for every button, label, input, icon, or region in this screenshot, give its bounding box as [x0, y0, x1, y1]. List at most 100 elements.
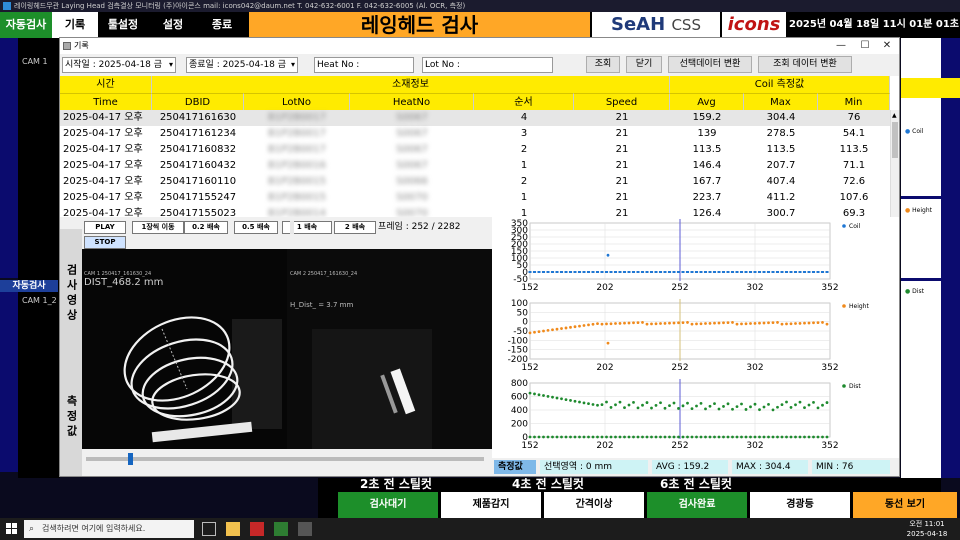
status-gap-button[interactable]: 간격이상 [544, 492, 644, 518]
record-dialog: 기록 — ☐ ✕ 시작일 : 2025-04-18 금 ▾ 종료일 : 2025-… [59, 37, 900, 477]
data-point [537, 393, 541, 397]
data-point [672, 435, 676, 439]
data-point [735, 405, 739, 409]
table-scrollbar[interactable]: ▲ [890, 110, 899, 217]
col-header-avg[interactable]: Avg [670, 93, 744, 110]
table-row[interactable]: 2025-04-17 오후 250417160110 B1P2B0015 S0066 2… [60, 174, 890, 190]
data-point [744, 408, 748, 411]
taskbar-clock[interactable]: 오전 11:01 2025-04-18 [902, 519, 952, 539]
col-header-speed[interactable]: Speed [574, 93, 670, 110]
menu-tool-settings[interactable]: 툴설정 [98, 12, 148, 38]
start-date-picker[interactable]: 시작일 : 2025-04-18 금 ▾ [62, 57, 176, 73]
convert-query-button[interactable]: 조회 데이터 변환 [758, 56, 852, 73]
data-point [717, 407, 721, 411]
menu-settings[interactable]: 설정 [148, 12, 198, 38]
data-point [654, 435, 658, 439]
minimize-icon[interactable]: — [830, 38, 852, 54]
data-point [677, 321, 680, 325]
group-header-material: 소재정보 [152, 76, 670, 93]
data-point [632, 400, 635, 404]
col-header-heatno[interactable]: HeatNo [350, 93, 474, 110]
app-icon-1[interactable] [250, 522, 264, 536]
right-legend-dist: ● Dist [905, 288, 924, 295]
task-view-icon[interactable] [202, 522, 216, 536]
speed-2-button[interactable]: 2 배속 [334, 221, 376, 234]
data-point [789, 435, 793, 439]
col-header-min[interactable]: Min [818, 93, 890, 110]
lot-no-input[interactable]: Lot No : [422, 57, 553, 73]
taskbar-search-input[interactable]: ⌕ 검색하려면 여기에 입력하세요. [24, 520, 194, 538]
app-icon-3[interactable] [298, 522, 312, 536]
data-point [699, 271, 703, 273]
table-row[interactable]: 2025-04-17 오후 250417160832 B1P2B0017 S0067 2… [60, 142, 890, 158]
data-point [618, 435, 622, 439]
data-point [749, 405, 752, 409]
end-date-picker[interactable]: 종료일 : 2025-04-18 금 ▾ [186, 57, 298, 73]
cell-seq: 1 [520, 160, 528, 171]
data-point [569, 399, 572, 402]
search-button[interactable]: 조회 [586, 56, 620, 73]
data-point [722, 271, 725, 273]
table-row[interactable]: 2025-04-17 오후 250417161234 B1P2B0017 S0067 3… [60, 126, 890, 142]
data-point [686, 435, 689, 439]
status-detect-button[interactable]: 제품감지 [441, 492, 541, 518]
status-waiting-button[interactable]: 검사대기 [338, 492, 438, 518]
col-header-max[interactable]: Max [744, 93, 818, 110]
app-icon [3, 2, 11, 10]
path-view-button[interactable]: 동선 보기 [853, 492, 957, 518]
cell-seq: 2 [520, 176, 528, 187]
stop-button[interactable]: STOP [84, 236, 126, 249]
data-point [726, 321, 730, 324]
col-header-lotno[interactable]: LotNo [244, 93, 350, 110]
col-header-dbid[interactable]: DBID [152, 93, 244, 110]
step-button[interactable]: 1장씩 이동 [132, 221, 184, 234]
table-row[interactable]: 2025-04-17 오후 250417161630 B1P2B0017 S0067 4… [60, 110, 890, 126]
heat-no-input[interactable]: Heat No : [314, 57, 414, 73]
convert-selected-button[interactable]: 선택데이터 변환 [668, 56, 752, 73]
table-row[interactable]: 2025-04-17 오후 250417155023 B1P2B0014 S0070 1… [60, 206, 890, 217]
scroll-up-icon[interactable]: ▲ [892, 112, 897, 119]
table-row[interactable]: 2025-04-17 오후 250417160432 B1P2B0016 S0067 1… [60, 158, 890, 174]
data-point [672, 401, 676, 405]
data-point [632, 435, 635, 439]
file-explorer-icon[interactable] [226, 522, 240, 536]
still-6s-label: 6초 전 스틸컷 [660, 477, 732, 491]
data-point [735, 271, 739, 273]
data-point [632, 321, 635, 325]
cell-time: 2025-04-17 오후 [63, 160, 143, 171]
cell-lot: B1P2B0017 [268, 144, 326, 155]
col-header-time[interactable]: Time [60, 93, 152, 110]
scroll-thumb[interactable] [892, 122, 898, 158]
data-point [749, 322, 752, 325]
table-row[interactable]: 2025-04-17 오후 250417155247 B1P2B0015 S0070 1… [60, 190, 890, 206]
cell-time: 2025-04-17 오후 [63, 144, 143, 155]
data-point [573, 435, 577, 439]
video-frame[interactable]: CAM 1 250417_161630_24 DIST_468.2 mm CAM… [82, 249, 492, 449]
data-point [740, 402, 743, 406]
auto-inspect-button[interactable]: 자동검사 [0, 12, 52, 38]
app-icon-2[interactable] [274, 522, 288, 536]
close-icon[interactable]: ✕ [876, 38, 898, 54]
frame-slider-thumb[interactable] [128, 453, 133, 465]
windows-start-icon[interactable] [6, 523, 18, 535]
data-point [825, 322, 829, 326]
speed-05-button[interactable]: 0.5 배속 [234, 221, 278, 234]
cell-seq: 4 [520, 112, 528, 123]
play-button[interactable]: PLAY [84, 221, 126, 234]
data-point [717, 271, 721, 273]
cell-dbid: 250417160832 [159, 144, 237, 155]
close-button[interactable]: 닫기 [626, 56, 662, 73]
cell-heat: S0067 [396, 160, 428, 171]
warning-light-button[interactable]: 경광등 [750, 492, 850, 518]
menu-exit[interactable]: 종료 [198, 12, 246, 38]
col-header-seq[interactable]: 순서 [474, 93, 574, 110]
cell-avg: 139 [697, 128, 717, 139]
status-done-button[interactable]: 검사완료 [647, 492, 747, 518]
frame-slider-track[interactable] [86, 457, 484, 461]
maximize-icon[interactable]: ☐ [854, 38, 876, 54]
data-point [672, 321, 676, 325]
data-point [623, 406, 626, 410]
menu-record[interactable]: 기록 [52, 12, 98, 38]
speed-02-button[interactable]: 0.2 배속 [184, 221, 228, 234]
data-point [722, 405, 725, 408]
